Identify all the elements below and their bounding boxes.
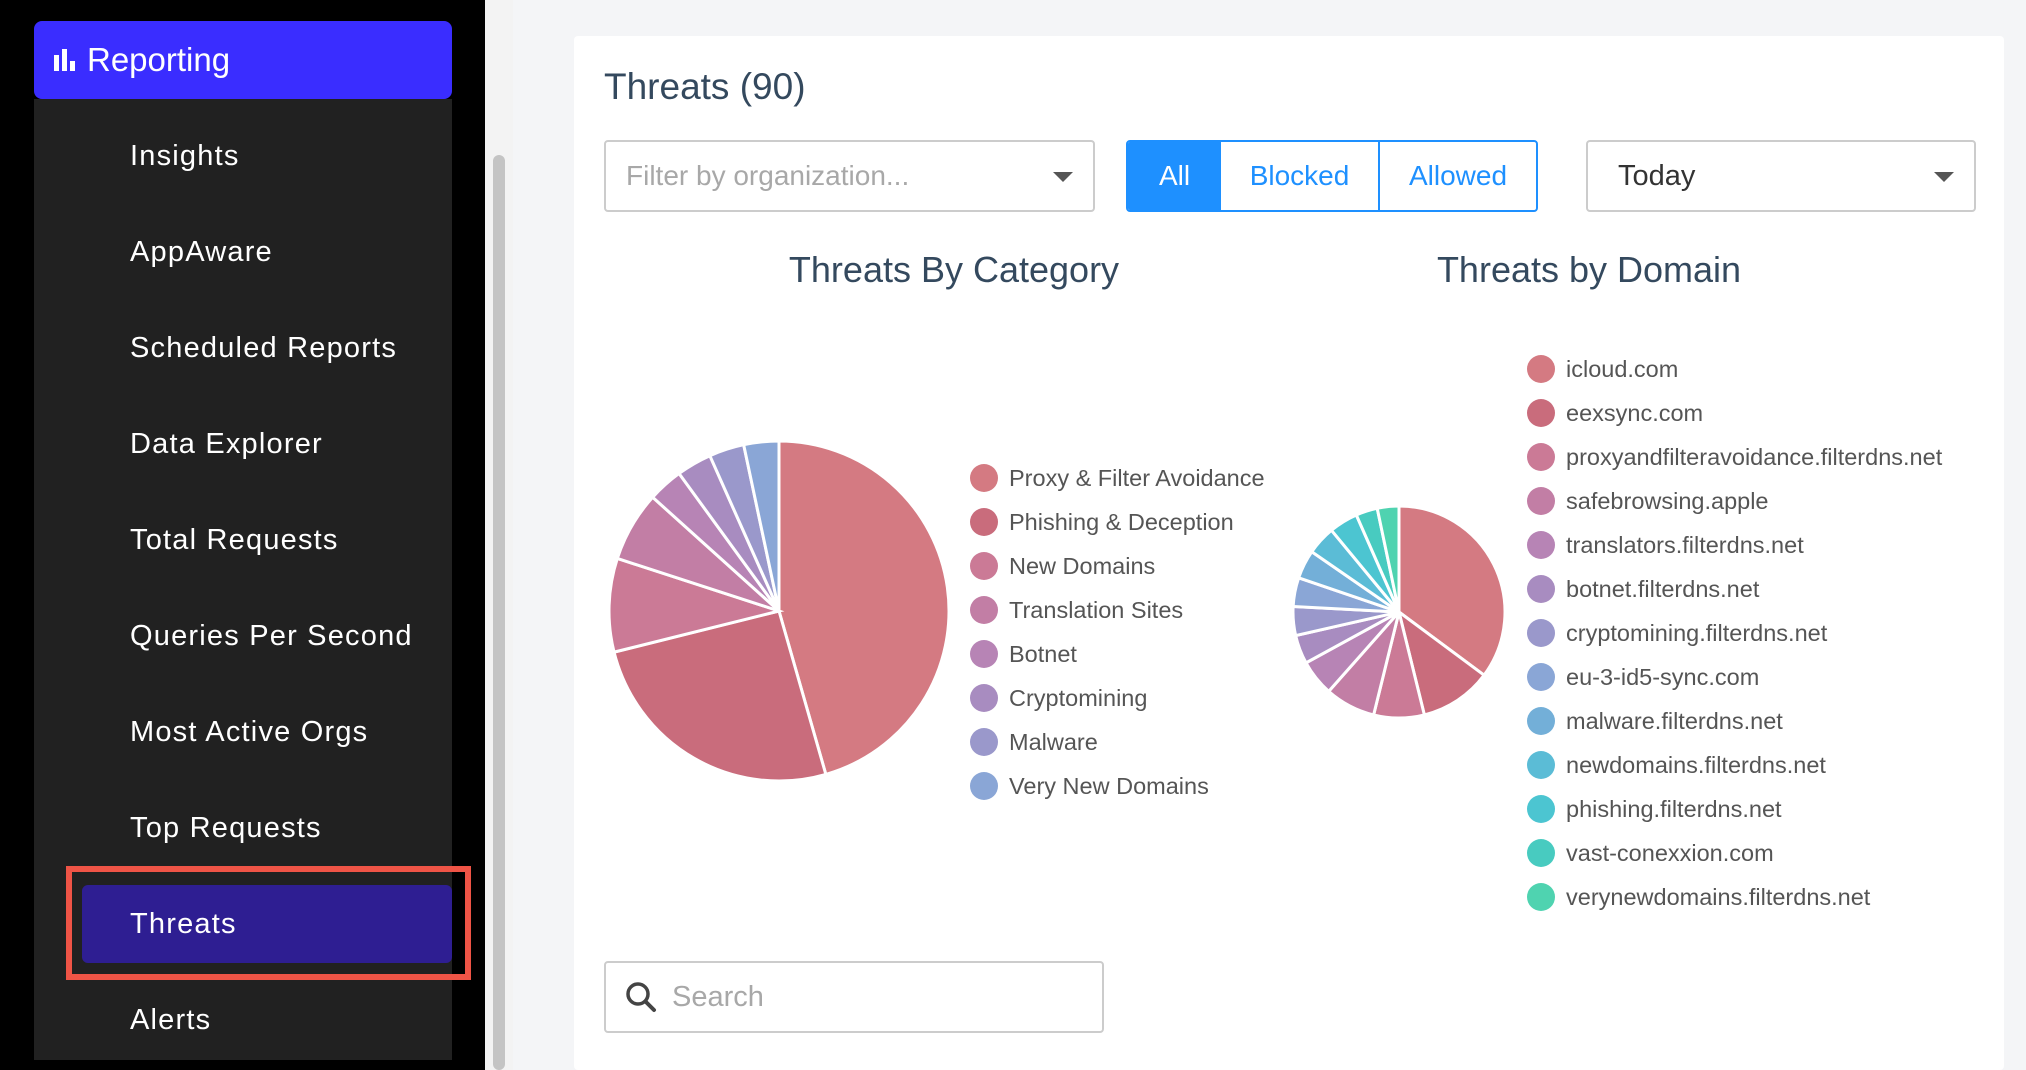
legend-swatch [1527,707,1555,735]
segment-blocked-button[interactable]: Blocked [1221,142,1380,210]
chart-title-domain: Threats by Domain [1436,249,1742,290]
legend-label: phishing.filterdns.net [1566,795,1782,822]
page-title: Threats (90) [604,66,806,107]
legend-item[interactable]: malware.filterdns.net [1527,699,1942,743]
legend-swatch [1527,795,1555,823]
legend-label: newdomains.filterdns.net [1566,751,1826,778]
legend-item[interactable]: Cryptomining [970,676,1265,720]
legend-item[interactable]: translators.filterdns.net [1527,523,1942,567]
legend-swatch [970,684,998,712]
legend-label: cryptomining.filterdns.net [1566,619,1828,646]
search-box[interactable] [604,961,1104,1033]
legend-label: malware.filterdns.net [1566,707,1783,734]
legend-swatch [1527,487,1555,515]
category-legend: Proxy & Filter Avoidance Phishing & Decep… [970,456,1265,808]
legend-item[interactable]: Proxy & Filter Avoidance [970,456,1265,500]
nav-reporting-label: Reporting [87,41,231,78]
date-range-value: Today [1618,159,1696,192]
legend-swatch [970,464,998,492]
sidebar-item-scheduled-reports[interactable]: Scheduled Reports [34,309,452,387]
legend-swatch [1527,399,1555,427]
legend-item[interactable]: vast-conexxion.com [1527,831,1942,875]
legend-item[interactable]: Phishing & Deception [970,500,1265,544]
legend-label: vast-conexxion.com [1566,839,1774,866]
segment-allowed-button[interactable]: Allowed [1380,142,1536,210]
legend-label: Botnet [1009,640,1077,667]
legend-item[interactable]: cryptomining.filterdns.net [1527,611,1942,655]
legend-item[interactable]: icloud.com [1527,347,1942,391]
sidebar-item-total-requests[interactable]: Total Requests [34,501,452,579]
search-icon [626,982,656,1012]
legend-swatch [970,728,998,756]
legend-label: translators.filterdns.net [1566,531,1804,558]
legend-swatch [970,640,998,668]
legend-swatch [1527,575,1555,603]
sidebar-item-alerts[interactable]: Alerts [34,981,452,1059]
legend-item[interactable]: Malware [970,720,1265,764]
legend-label: Translation Sites [1009,596,1184,623]
legend-item[interactable]: Translation Sites [970,588,1265,632]
legend-swatch [1527,443,1555,471]
legend-item[interactable]: phishing.filterdns.net [1527,787,1942,831]
nav-reporting[interactable]: Reporting [34,21,452,99]
legend-swatch [1527,883,1555,911]
legend-label: Phishing & Deception [1009,508,1234,535]
sidebar-item-top-requests[interactable]: Top Requests [34,789,452,867]
legend-label: Very New Domains [1009,772,1209,799]
legend-item[interactable]: safebrowsing.apple [1527,479,1942,523]
threats-by-domain-pie [1291,504,1507,720]
legend-swatch [970,508,998,536]
sidebar-scrollbar[interactable] [493,155,505,1070]
legend-label: eexsync.com [1566,399,1704,426]
legend-swatch [1527,663,1555,691]
legend-swatch [1527,751,1555,779]
legend-item[interactable]: eu-3-id5-sync.com [1527,655,1942,699]
legend-swatch [1527,355,1555,383]
chart-title-category: Threats By Category [788,249,1120,290]
legend-item[interactable]: eexsync.com [1527,391,1942,435]
sidebar-item-queries-per-second[interactable]: Queries Per Second [34,597,452,675]
segment-all-button[interactable]: All [1128,142,1221,210]
sidebar-item-data-explorer[interactable]: Data Explorer [34,405,452,483]
legend-label: icloud.com [1566,355,1679,382]
sidebar-item-insights[interactable]: Insights [34,117,452,195]
legend-swatch [1527,531,1555,559]
legend-swatch [1527,839,1555,867]
date-range-select[interactable]: Today [1586,140,1976,212]
legend-item[interactable]: Very New Domains [970,764,1265,808]
legend-item[interactable]: newdomains.filterdns.net [1527,743,1942,787]
legend-item[interactable]: botnet.filterdns.net [1527,567,1942,611]
chevron-down-icon [1934,172,1954,182]
legend-label: eu-3-id5-sync.com [1566,663,1760,690]
bar-chart-icon [54,49,75,71]
sidebar-item-most-active-orgs[interactable]: Most Active Orgs [34,693,452,771]
legend-label: verynewdomains.filterdns.net [1566,883,1871,910]
legend-item[interactable]: proxyandfilteravoidance.filterdns.net [1527,435,1942,479]
legend-label: proxyandfilteravoidance.filterdns.net [1566,443,1943,470]
legend-label: Malware [1009,728,1098,755]
threat-status-toggle: All Blocked Allowed [1126,140,1538,212]
sidebar-item-appaware[interactable]: AppAware [34,213,452,291]
legend-label: botnet.filterdns.net [1566,575,1760,602]
legend-item[interactable]: New Domains [970,544,1265,588]
threats-highlight-box [66,866,471,980]
legend-swatch [970,772,998,800]
organization-filter-input[interactable] [626,160,1026,192]
threats-panel: Threats (90) All Blocked Allowed Today T… [574,36,2004,1070]
legend-label: safebrowsing.apple [1566,487,1769,514]
organization-filter[interactable] [604,140,1095,212]
threats-by-category-pie [607,439,951,783]
sidebar: Reporting Insights AppAware Scheduled Re… [0,0,485,1070]
search-input[interactable] [672,980,1092,1014]
legend-label: Proxy & Filter Avoidance [1009,464,1265,491]
legend-swatch [970,596,998,624]
legend-label: New Domains [1009,552,1156,579]
legend-swatch [970,552,998,580]
legend-item[interactable]: verynewdomains.filterdns.net [1527,875,1942,919]
legend-label: Cryptomining [1009,684,1148,711]
domain-legend: icloud.com eexsync.com proxyandfilteravoid… [1527,347,1942,919]
legend-item[interactable]: Botnet [970,632,1265,676]
legend-swatch [1527,619,1555,647]
chevron-down-icon [1053,172,1073,182]
